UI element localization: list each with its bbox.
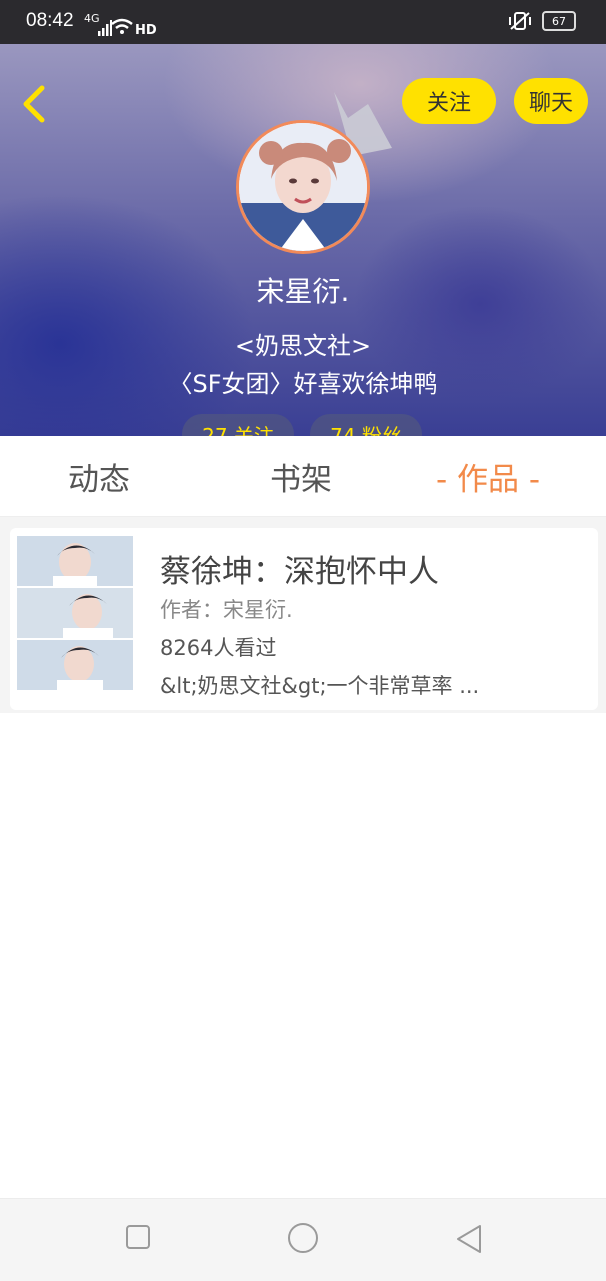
- status-bar: 08:42 4G HD 67: [0, 0, 606, 44]
- home-button[interactable]: [286, 1221, 320, 1255]
- follow-button[interactable]: 关注: [402, 78, 496, 124]
- profile-bio-line2: 〈SF女团〉好喜欢徐坤鸭: [168, 370, 438, 398]
- list-item[interactable]: 蔡徐坤：深抱怀中人 作者：宋星衍. 8264人看过 &lt;奶思文社&gt;一个…: [10, 528, 598, 710]
- vibrate-icon: [509, 12, 531, 30]
- profile-bio-line1: <奶思文社>: [234, 332, 372, 360]
- back-button[interactable]: [16, 82, 52, 126]
- chevron-left-icon: [23, 85, 45, 123]
- recent-apps-button[interactable]: [124, 1223, 152, 1251]
- following-count-button[interactable]: 27 关注: [182, 414, 294, 436]
- avatar[interactable]: [236, 120, 370, 254]
- book-cover: [17, 536, 133, 690]
- book-description: &lt;奶思文社&gt;一个非常草率 ...: [160, 674, 480, 698]
- tab-works[interactable]: - 作品 -: [436, 454, 540, 499]
- fans-count-button[interactable]: 74 粉丝: [310, 414, 422, 436]
- back-nav-button[interactable]: [454, 1223, 484, 1255]
- avatar-image: [239, 123, 367, 251]
- battery-icon: 67: [542, 11, 576, 31]
- wifi-icon: [111, 18, 133, 34]
- chat-button[interactable]: 聊天: [514, 78, 588, 124]
- tab-bar: 动态 书架 - 作品 -: [0, 436, 606, 517]
- hd-label: HD: [135, 23, 157, 38]
- system-nav-bar: [0, 1198, 606, 1281]
- book-author: 作者：宋星衍.: [160, 598, 293, 622]
- book-cover-image: [17, 536, 133, 690]
- profile-header: 关注 聊天 宋星衍. <奶思文社> 〈SF女团〉好喜欢徐坤鸭 27 关注 74 …: [0, 44, 606, 436]
- tab-bookshelf[interactable]: 书架: [270, 454, 332, 499]
- status-time: 08:42: [26, 10, 74, 31]
- book-title: 蔡徐坤：深抱怀中人: [160, 554, 439, 590]
- book-view-count: 8264人看过: [160, 636, 277, 660]
- tab-dynamic[interactable]: 动态: [68, 454, 130, 499]
- profile-username: 宋星衍.: [256, 275, 350, 308]
- battery-level: 67: [552, 14, 566, 28]
